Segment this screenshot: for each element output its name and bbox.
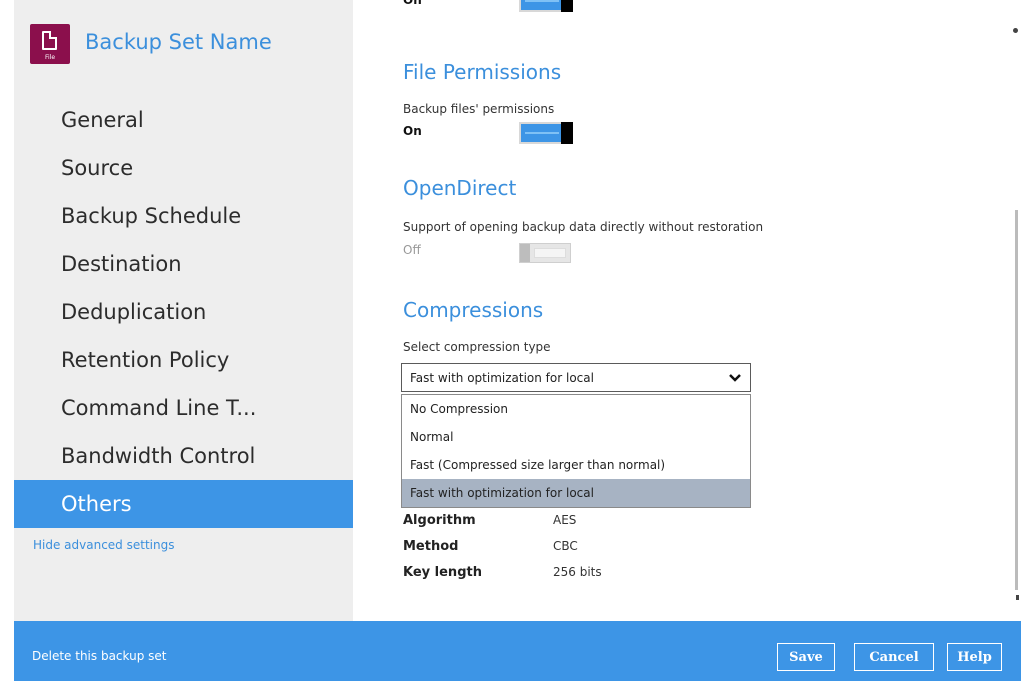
sidebar-item-deduplication[interactable]: Deduplication xyxy=(14,288,353,336)
open-direct-state: Off xyxy=(403,243,421,257)
sidebar-item-backup-schedule[interactable]: Backup Schedule xyxy=(14,192,353,240)
hide-advanced-settings-link[interactable]: Hide advanced settings xyxy=(33,538,174,552)
compression-type-select[interactable]: Fast with optimization for local xyxy=(401,363,751,392)
compression-selected-value: Fast with optimization for local xyxy=(410,370,594,385)
method-value: CBC xyxy=(553,539,578,553)
sidebar-item-command-line-tool[interactable]: Command Line T... xyxy=(14,384,353,432)
help-button[interactable]: Help xyxy=(947,643,1002,671)
cancel-button[interactable]: Cancel xyxy=(854,643,934,671)
file-permissions-description: Backup files' permissions xyxy=(403,102,555,116)
delete-backup-set-link[interactable]: Delete this backup set xyxy=(32,649,166,663)
file-icon: File xyxy=(30,24,70,64)
save-button[interactable]: Save xyxy=(777,643,835,671)
algorithm-label: Algorithm xyxy=(403,513,476,528)
file-permissions-state: On xyxy=(403,124,422,138)
sidebar: File Backup Set Name General Source Back… xyxy=(14,0,353,621)
compressions-title: Compressions xyxy=(403,298,544,322)
scrollbar[interactable] xyxy=(1015,210,1018,590)
file-icon-tag: File xyxy=(44,54,56,61)
compression-type-label: Select compression type xyxy=(403,340,551,354)
compression-dropdown: No Compression Normal Fast (Compressed s… xyxy=(401,394,751,508)
sidebar-item-others[interactable]: Others xyxy=(14,480,353,528)
algorithm-value: AES xyxy=(553,513,577,527)
scroll-down-indicator[interactable] xyxy=(1016,595,1019,600)
open-direct-description: Support of opening backup data directly … xyxy=(403,220,764,234)
file-permissions-toggle[interactable] xyxy=(519,122,573,144)
sidebar-item-destination[interactable]: Destination xyxy=(14,240,353,288)
sidebar-item-bandwidth-control[interactable]: Bandwidth Control xyxy=(14,432,353,480)
previous-setting-state: On xyxy=(403,0,422,7)
compression-option-fast-local[interactable]: Fast with optimization for local xyxy=(402,479,750,507)
sidebar-item-retention-policy[interactable]: Retention Policy xyxy=(14,336,353,384)
key-length-value: 256 bits xyxy=(553,565,602,579)
open-direct-toggle[interactable] xyxy=(519,243,571,263)
footer-bar: Delete this backup set Save Cancel Help xyxy=(14,621,1021,681)
sidebar-nav: General Source Backup Schedule Destinati… xyxy=(14,96,353,528)
scroll-up-indicator[interactable] xyxy=(1013,28,1018,33)
main-content: On File Permissions Backup files' permis… xyxy=(353,0,1021,621)
backup-set-header: File Backup Set Name xyxy=(30,24,272,64)
compression-option-no-compression[interactable]: No Compression xyxy=(402,395,750,423)
file-permissions-title: File Permissions xyxy=(403,60,562,84)
key-length-label: Key length xyxy=(403,565,482,580)
sidebar-item-general[interactable]: General xyxy=(14,96,353,144)
compression-option-fast[interactable]: Fast (Compressed size larger than normal… xyxy=(402,451,750,479)
chevron-down-icon xyxy=(729,374,741,382)
compression-option-normal[interactable]: Normal xyxy=(402,423,750,451)
previous-setting-toggle[interactable] xyxy=(519,0,573,12)
backup-set-title: Backup Set Name xyxy=(85,30,272,54)
open-direct-title: OpenDirect xyxy=(403,176,517,200)
sidebar-item-source[interactable]: Source xyxy=(14,144,353,192)
method-label: Method xyxy=(403,539,459,554)
